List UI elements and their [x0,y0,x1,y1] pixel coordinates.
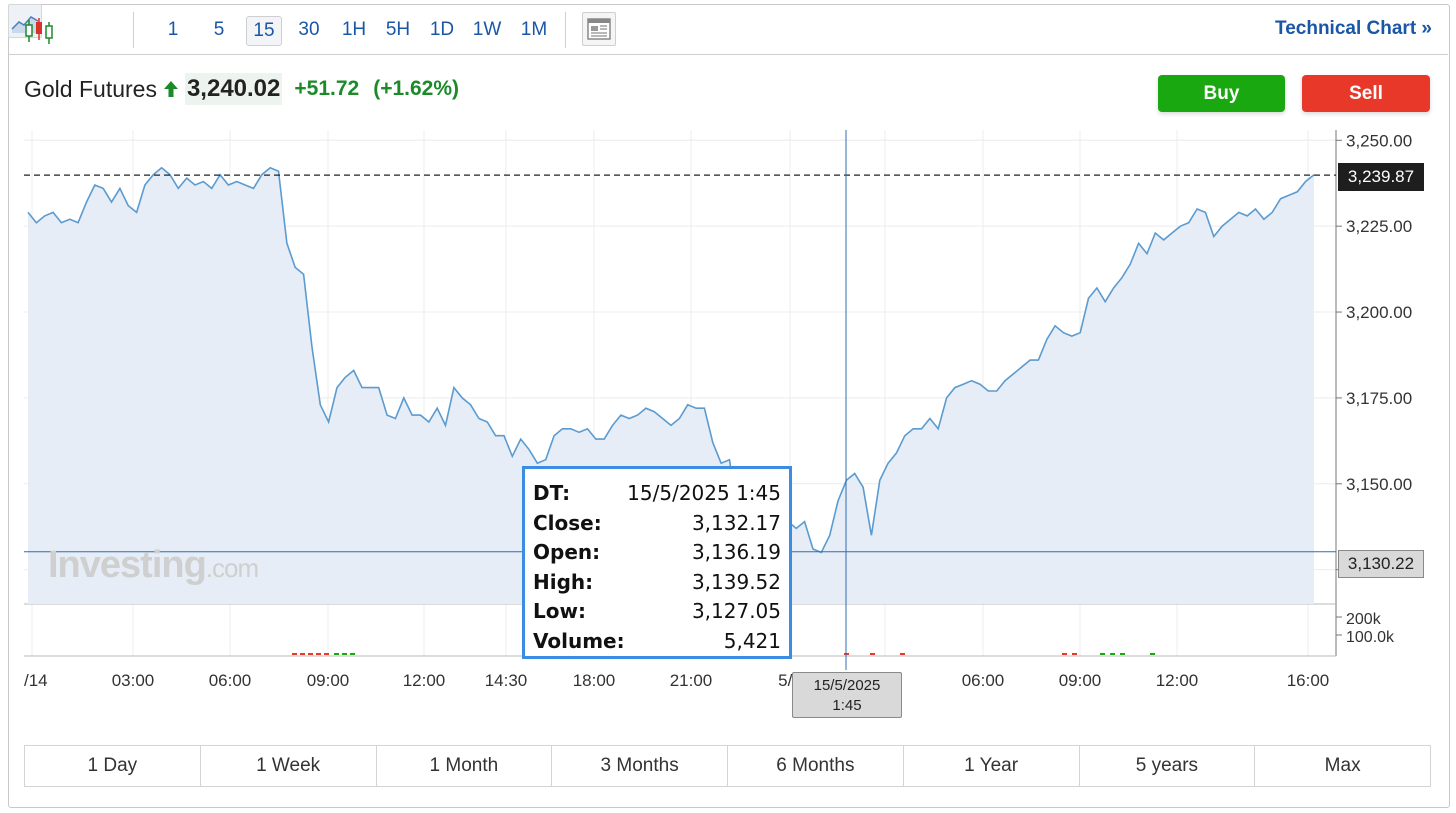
x-tick-label: 09:00 [1059,671,1102,690]
tooltip-row: Volume: 5,421 [533,627,781,657]
range-1-month[interactable]: 1 Month [376,746,553,786]
y-tick-label: 3,200.00 [1346,303,1412,322]
y-tick-label: 3,150.00 [1346,475,1412,494]
range-1-week[interactable]: 1 Week [200,746,377,786]
volume-tick-label: 100.0k [1346,629,1395,646]
y-tick-label: 3,225.00 [1346,217,1412,236]
x-tick-label: 12:00 [403,671,446,690]
volume-bar [1110,653,1115,655]
x-tick-label: 18:00 [573,671,616,690]
x-tick-label: 14:30 [485,671,528,690]
tooltip-value: 5,421 [723,628,781,653]
volume-bar [900,653,905,655]
x-tick-label: 16:00 [1287,671,1330,690]
tooltip-row: DT: 15/5/2025 1:45 [533,479,781,509]
range-1-day[interactable]: 1 Day [25,746,201,786]
crosshair-date-tag: 15/5/2025 1:45 [792,672,902,718]
volume-tick-label: 200k [1346,611,1382,628]
x-tick-label: /14 [24,671,48,690]
last-price-tag: 3,239.87 [1338,163,1424,191]
volume-bar [292,653,297,655]
y-tick-label: 3,175.00 [1346,389,1412,408]
range-3-months[interactable]: 3 Months [552,746,728,786]
x-tick-label: 12:00 [1156,671,1199,690]
volume-bar [1062,653,1067,655]
tooltip-key: Low: [533,599,586,623]
time-range-selector: 1 Day 1 Week 1 Month 3 Months 6 Months 1 Year… [24,745,1431,787]
volume-bar [308,653,313,655]
volume-bar [334,653,339,655]
volume-bar [870,653,875,655]
tooltip-value: 15/5/2025 1:45 [627,481,781,505]
tooltip-key: DT: [533,481,571,505]
ohlc-tooltip: DT: 15/5/2025 1:45 Close: 3,132.17 Open: 3,13… [522,466,792,659]
tooltip-row: Close: 3,132.17 [533,509,781,539]
crosshair-date: 15/5/2025 [813,677,881,694]
crosshair-time: 1:45 [832,697,862,714]
volume-bar [1100,653,1105,655]
volume-bar [300,653,305,655]
y-tick-label: 3,250.00 [1346,131,1412,150]
volume-bar [1120,653,1125,655]
volume-bar [1072,653,1077,655]
tooltip-key: Open: [533,540,601,564]
tooltip-key: Volume: [533,628,625,653]
range-1-year[interactable]: 1 Year [903,746,1080,786]
tooltip-row: High: 3,139.52 [533,568,781,598]
tooltip-value: 3,127.05 [691,599,781,623]
tooltip-row: Open: 3,136.19 [533,538,781,568]
volume-bar [350,653,355,655]
investing-watermark: Investing.com [48,544,259,586]
volume-bar [324,653,329,655]
volume-bar [1150,653,1155,655]
tooltip-value: 3,139.52 [691,569,781,594]
x-tick-label: 06:00 [209,671,252,690]
x-tick-label: 09:00 [307,671,350,690]
crosshair-price-tag: 3,130.22 [1338,550,1424,578]
tooltip-key: Close: [533,510,602,535]
volume-bar [342,653,347,655]
price-chart[interactable]: 3,250.00 3,225.00 3,200.00 3,175.00 3,150.00… [0,0,1456,813]
x-tick-label: 06:00 [962,671,1005,690]
volume-bar [316,653,321,655]
x-tick-label: 21:00 [670,671,713,690]
range-max[interactable]: Max [1255,746,1430,786]
tooltip-value: 3,132.17 [691,510,781,535]
tooltip-key: High: [533,569,594,594]
tooltip-row: Low: 3,127.05 [533,597,781,627]
range-6-months[interactable]: 6 Months [728,746,904,786]
tooltip-value: 3,136.19 [691,540,781,564]
x-tick-label: 03:00 [112,671,155,690]
range-5-years[interactable]: 5 years [1079,746,1256,786]
